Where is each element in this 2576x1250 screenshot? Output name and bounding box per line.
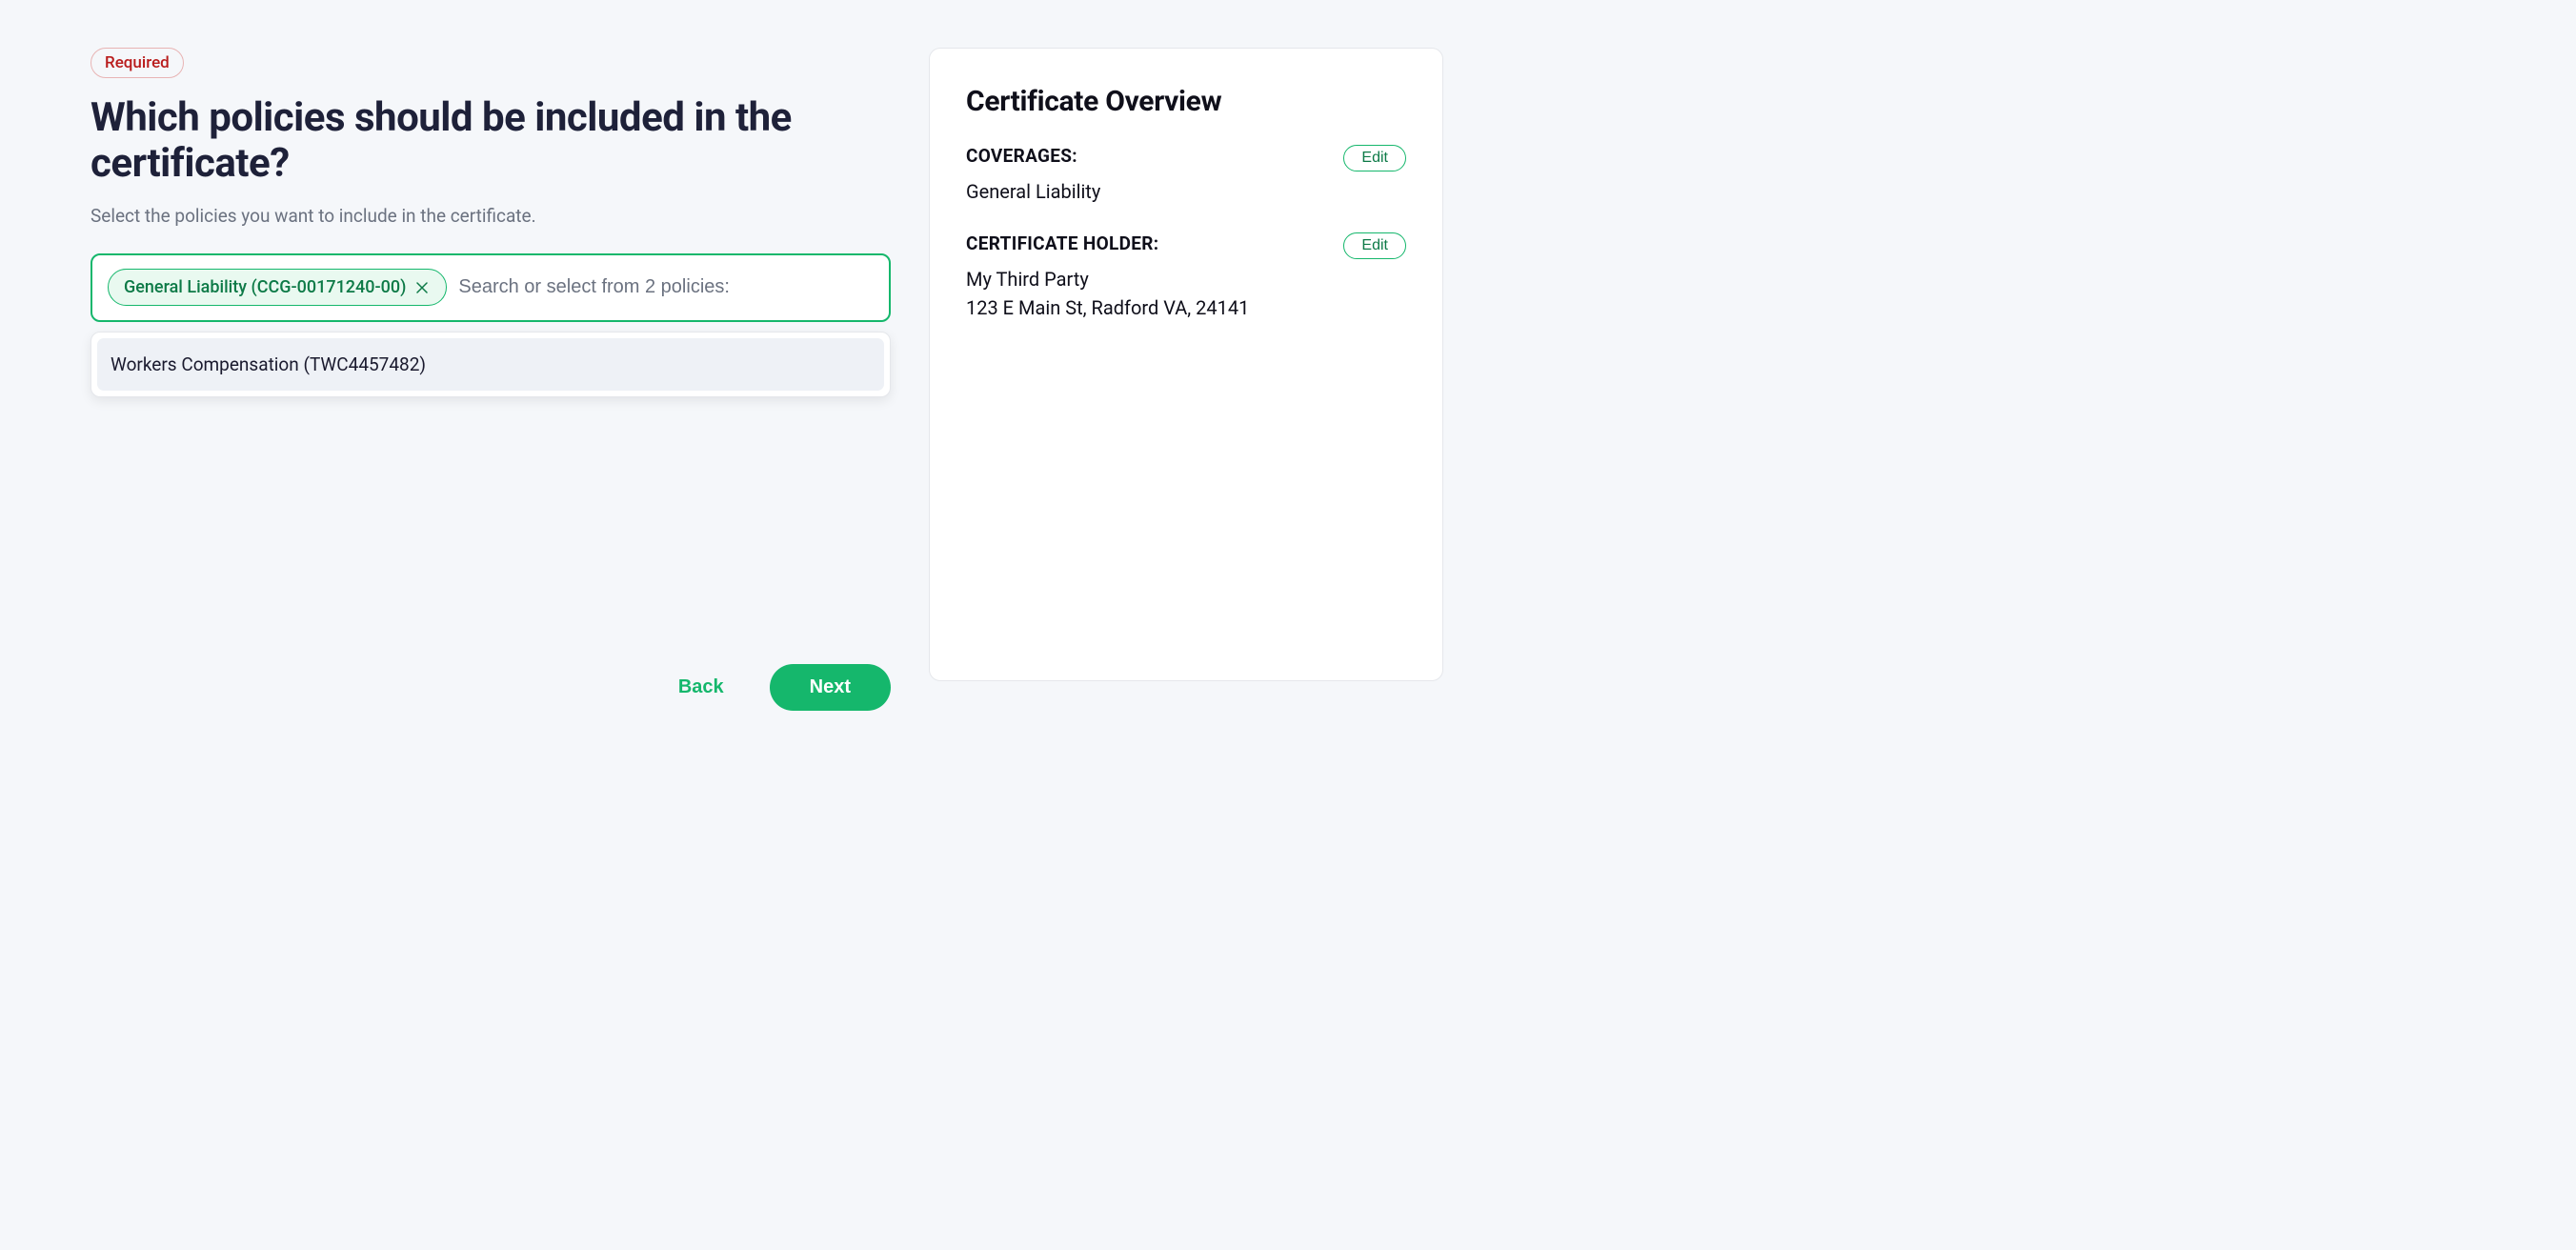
policy-search-input[interactable] (458, 276, 874, 298)
required-badge: Required (91, 48, 184, 78)
policy-option[interactable]: Workers Compensation (TWC4457482) (97, 338, 884, 391)
edit-certificate-holder-button[interactable]: Edit (1343, 232, 1406, 259)
edit-coverages-button[interactable]: Edit (1343, 145, 1406, 171)
footer-actions: Back Next (91, 664, 891, 711)
sidebar-title: Certificate Overview (966, 85, 1406, 118)
close-icon[interactable] (413, 279, 431, 296)
certificate-holder-address: 123 E Main St, Radford VA, 24141 (966, 293, 1406, 322)
coverages-value: General Liability (966, 177, 1406, 206)
chip-label: General Liability (CCG-00171240-00) (124, 277, 406, 297)
next-button[interactable]: Next (770, 664, 891, 711)
certificate-holder-section: CERTIFICATE HOLDER: Edit My Third Party … (966, 232, 1406, 322)
certificate-overview-sidebar: Certificate Overview COVERAGES: Edit Gen… (929, 48, 1443, 681)
main-content: Required Which policies should be includ… (91, 48, 891, 711)
selected-policy-chip: General Liability (CCG-00171240-00) (108, 269, 447, 306)
back-button[interactable]: Back (659, 667, 743, 708)
policy-multiselect[interactable]: General Liability (CCG-00171240-00) (91, 253, 891, 322)
coverages-section: COVERAGES: Edit General Liability (966, 145, 1406, 206)
certificate-holder-label: CERTIFICATE HOLDER: (966, 232, 1158, 254)
page-subtitle: Select the policies you want to include … (91, 205, 891, 227)
page-title: Which policies should be included in the… (91, 95, 891, 188)
certificate-holder-name: My Third Party (966, 265, 1406, 293)
policy-dropdown: Workers Compensation (TWC4457482) (91, 332, 891, 397)
coverages-label: COVERAGES: (966, 145, 1077, 167)
